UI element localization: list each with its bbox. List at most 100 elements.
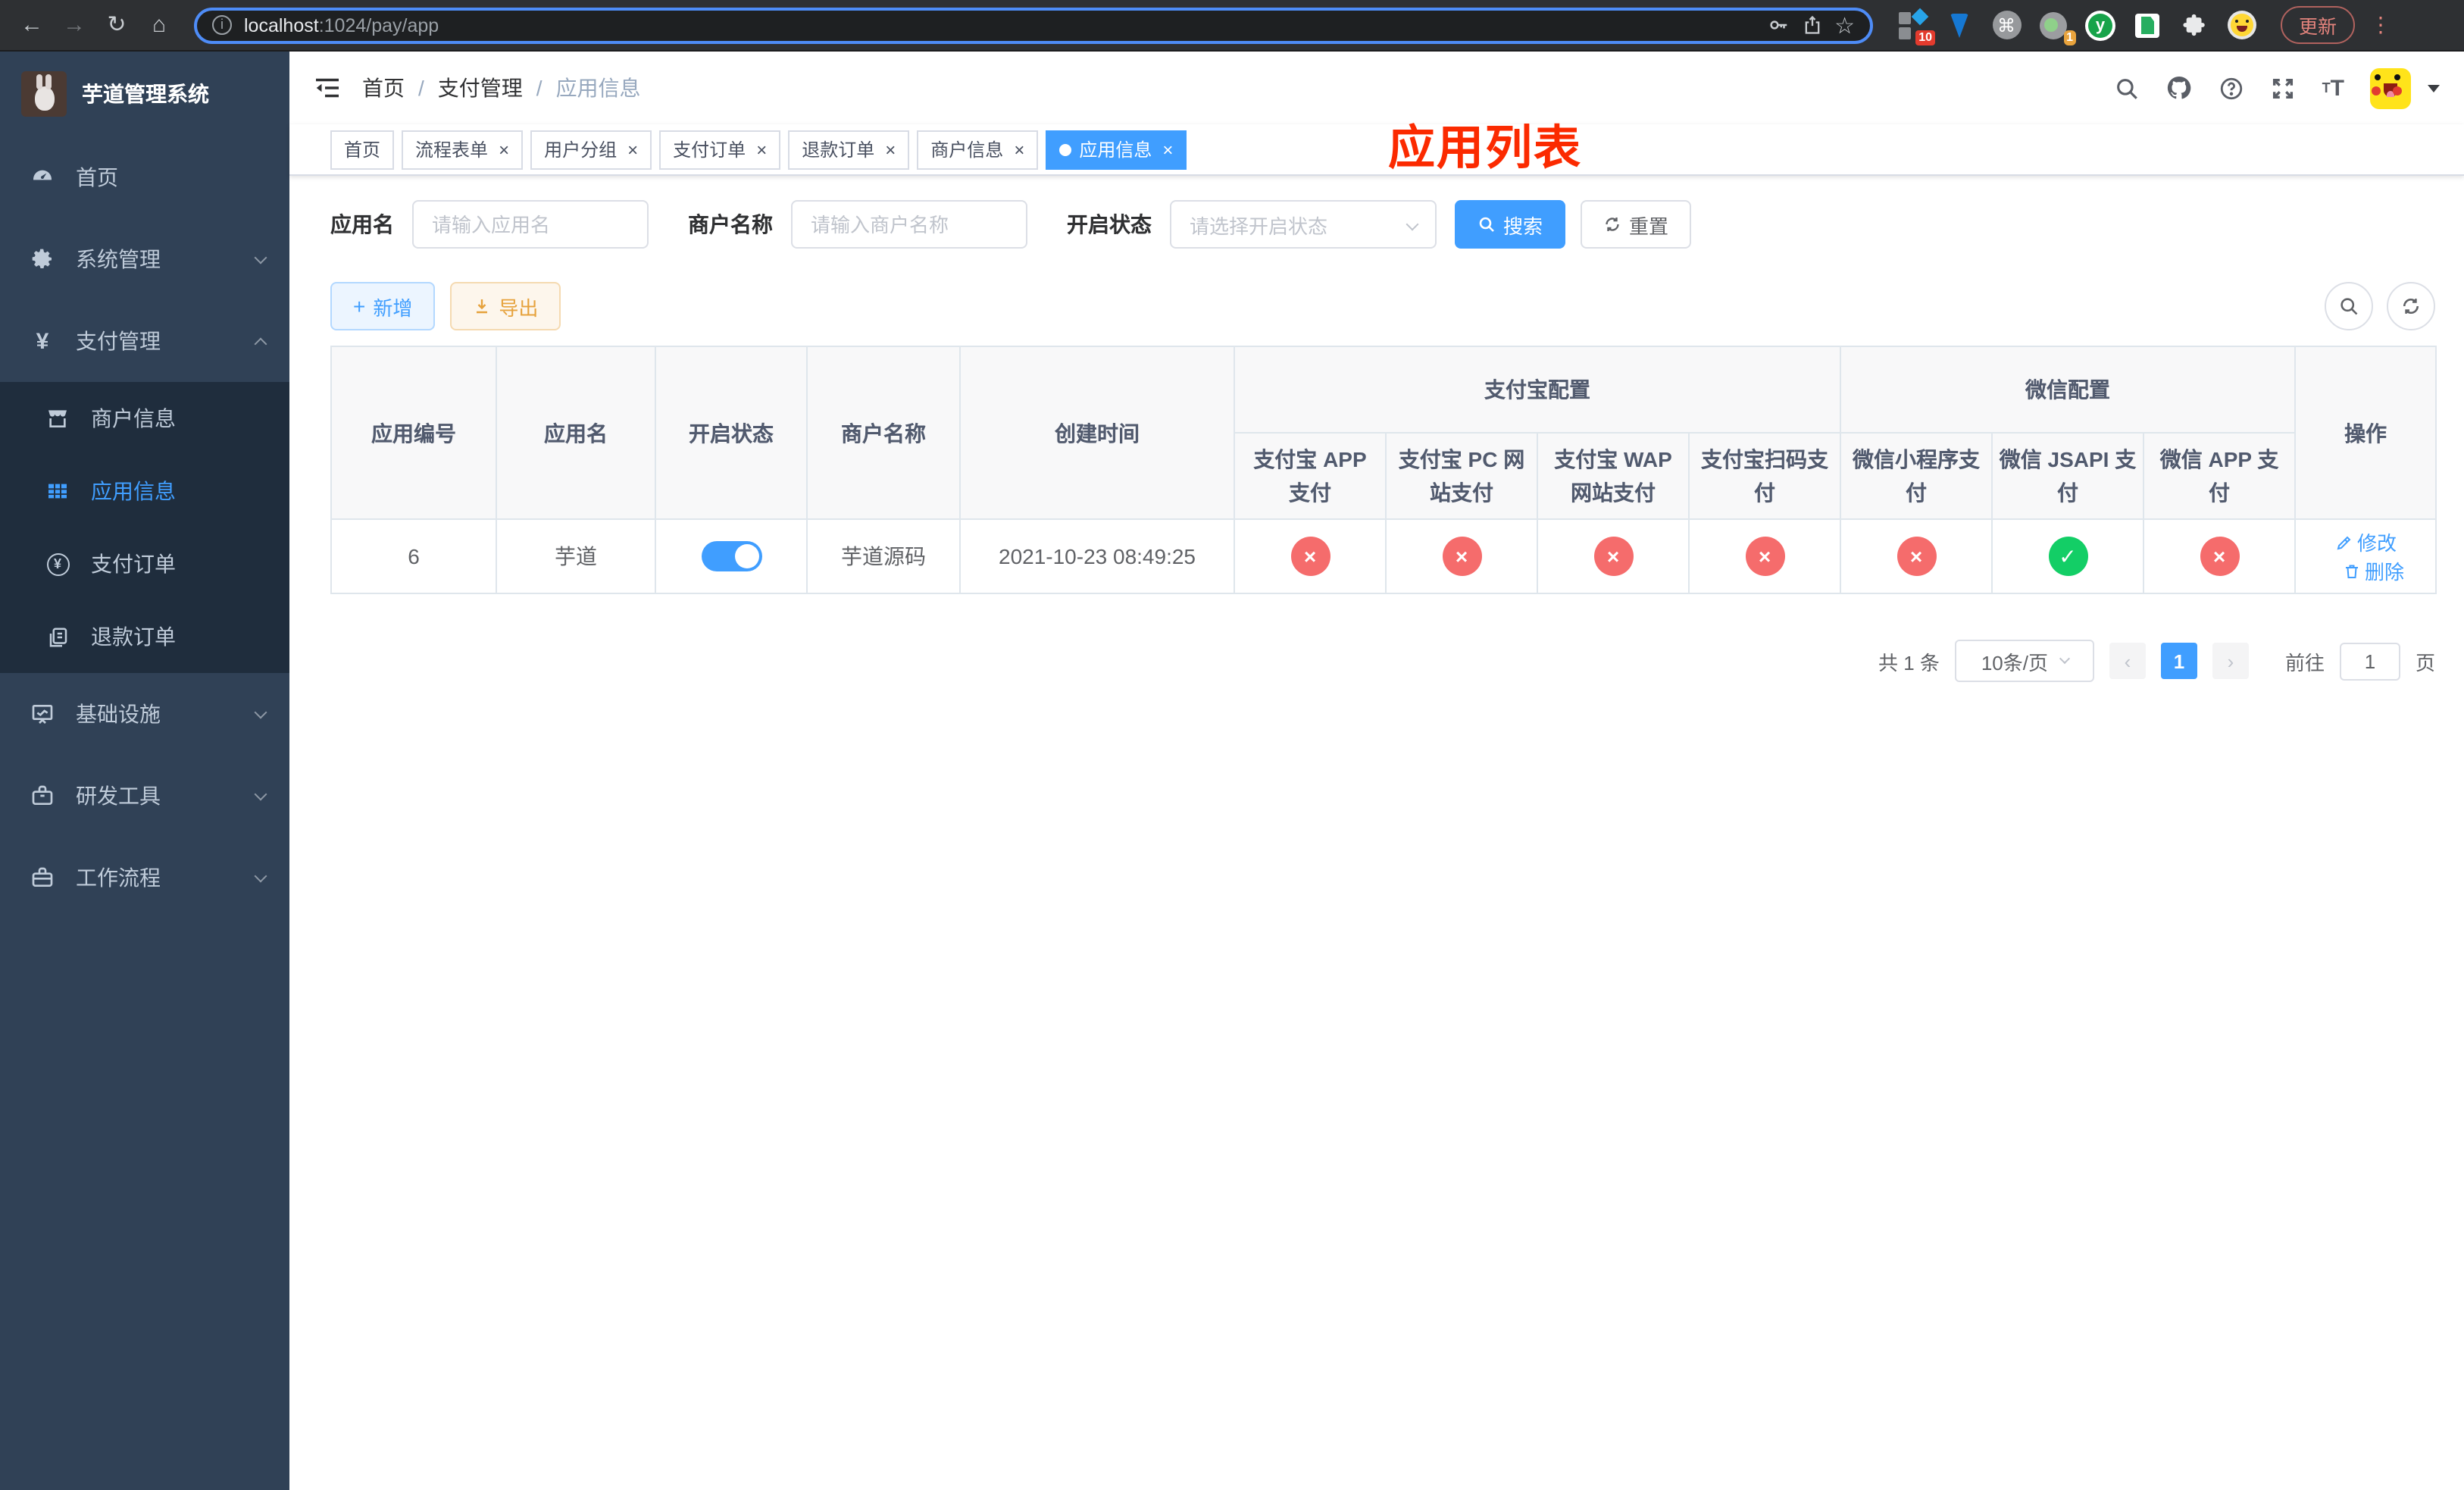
toggle-search-button[interactable] (2325, 282, 2373, 330)
tab-pay-orders[interactable]: 支付订单 × (659, 130, 781, 169)
search-form: 应用名 商户名称 开启状态 请选择开启状态 搜索 重置 (330, 200, 2464, 249)
refresh-button[interactable] (2387, 282, 2435, 330)
sidebar-collapse-icon[interactable] (314, 76, 341, 100)
extension-doc-icon[interactable] (2132, 10, 2162, 40)
prev-page-button[interactable]: ‹ (2109, 643, 2146, 679)
close-icon[interactable]: × (1014, 131, 1024, 167)
close-icon[interactable]: × (499, 131, 509, 167)
browser-update-button[interactable]: 更新 (2281, 6, 2356, 44)
avatar[interactable] (2370, 67, 2411, 108)
sidebar-item-app-info[interactable]: 应用信息 (0, 455, 289, 527)
col-alipay-app: 支付宝 APP 支付 (1234, 432, 1387, 520)
browser-menu-icon[interactable]: ⋮ (2370, 12, 2391, 38)
breadcrumb-payment[interactable]: 支付管理 (438, 73, 523, 103)
extension-emoji-icon[interactable] (2226, 10, 2256, 40)
sidebar: 芋道管理系统 首页 系统管理 ¥ 支付管理 商户信息 应用信息 ¥ 支付订单 退… (0, 52, 289, 1490)
payment-submenu: 商户信息 应用信息 ¥ 支付订单 退款订单 (0, 382, 289, 673)
coin-icon: ¥ (45, 552, 70, 575)
font-size-icon[interactable]: TT (2322, 75, 2344, 101)
goto-page-input[interactable] (2339, 642, 2400, 680)
cell-created-at: 2021-10-23 08:49:25 (959, 518, 1235, 594)
sidebar-item-refund-orders[interactable]: 退款订单 (0, 600, 289, 673)
sidebar-item-pay-orders[interactable]: ¥ 支付订单 (0, 527, 289, 600)
address-bar[interactable]: i localhost:1024/pay/app ☆ (194, 7, 1873, 43)
page-size-select[interactable]: 10条/页 (1954, 640, 2094, 682)
tab-process-form[interactable]: 流程表单 × (402, 130, 524, 169)
logo-image (21, 71, 67, 117)
password-key-icon[interactable] (1766, 14, 1789, 36)
tab-app-info[interactable]: 应用信息 × (1046, 130, 1187, 169)
help-icon[interactable] (2219, 75, 2245, 101)
sidebar-item-home[interactable]: 首页 (0, 136, 289, 218)
url-text[interactable]: localhost:1024/pay/app (244, 14, 1754, 36)
add-button[interactable]: + 新增 (330, 282, 436, 330)
browser-back-button[interactable]: ← (15, 8, 48, 42)
shop-icon (45, 406, 70, 430)
close-icon[interactable]: × (885, 131, 896, 167)
extension-puzzle-icon[interactable] (2179, 10, 2209, 40)
search-icon[interactable] (2115, 75, 2140, 101)
sidebar-item-infrastructure[interactable]: 基础设施 (0, 673, 289, 755)
extension-blocks-icon[interactable]: 10 (1897, 7, 1935, 45)
chevron-down-icon (254, 705, 267, 718)
breadcrumb: 首页 / 支付管理 / 应用信息 (362, 73, 641, 103)
extension-command-icon[interactable]: ⌘ (1991, 10, 2022, 40)
goto-label: 前往 (2284, 651, 2325, 674)
open-status-select[interactable]: 请选择开启状态 (1170, 200, 1437, 249)
fullscreen-icon[interactable] (2271, 75, 2297, 101)
sidebar-item-merchant-info[interactable]: 商户信息 (0, 382, 289, 455)
grid-icon (45, 479, 70, 503)
extension-kite-icon[interactable] (1944, 10, 1975, 40)
toolbar: + 新增 导出 (330, 282, 2435, 330)
sidebar-logo[interactable]: 芋道管理系统 (0, 52, 289, 136)
next-page-button[interactable]: › (2212, 643, 2249, 679)
delete-link[interactable]: 删除 (2342, 556, 2404, 585)
avatar-caret-icon[interactable] (2428, 84, 2440, 92)
close-icon[interactable]: × (1162, 131, 1173, 167)
col-app-id: 应用编号 (330, 346, 497, 520)
app-title: 芋道管理系统 (82, 82, 209, 106)
sidebar-item-system[interactable]: 系统管理 (0, 218, 289, 300)
sidebar-item-workflow[interactable]: 工作流程 (0, 837, 289, 919)
close-icon[interactable]: × (627, 131, 638, 167)
open-status-label: 开启状态 (1067, 212, 1152, 236)
merchant-name-input[interactable] (791, 200, 1027, 249)
col-wechat-app: 微信 APP 支付 (2142, 432, 2297, 520)
col-merchant: 商户名称 (806, 346, 961, 520)
current-page[interactable]: 1 (2160, 643, 2197, 679)
col-created-at: 创建时间 (959, 346, 1235, 520)
tab-refund-orders[interactable]: 退款订单 × (788, 130, 910, 169)
app-name-input[interactable] (412, 200, 649, 249)
search-button[interactable]: 搜索 (1455, 200, 1566, 249)
page: ← → ↻ ⌂ i localhost:1024/pay/app ☆ 10 ⌘ (0, 0, 2464, 1490)
extension-ring-icon[interactable]: 1 (2038, 10, 2076, 45)
col-alipay-qr: 支付宝扫码支付 (1688, 432, 1841, 520)
browser-home-button[interactable]: ⌂ (142, 8, 176, 42)
chevron-down-icon (254, 869, 267, 882)
sidebar-item-dev-tools[interactable]: 研发工具 (0, 755, 289, 837)
row-status-toggle[interactable] (701, 541, 761, 571)
yen-icon: ¥ (36, 328, 49, 354)
share-icon[interactable] (1801, 14, 1822, 36)
chevron-down-icon (254, 250, 267, 264)
browser-reload-button[interactable]: ↻ (100, 8, 133, 42)
edit-link[interactable]: 修改 (2334, 527, 2397, 556)
breadcrumb-home[interactable]: 首页 (362, 73, 405, 103)
sidebar-item-payment[interactable]: ¥ 支付管理 (0, 300, 289, 382)
reset-button[interactable]: 重置 (1581, 200, 1692, 249)
close-icon[interactable]: × (756, 131, 767, 167)
browser-forward-button[interactable]: → (58, 8, 91, 42)
group-alipay-config: 支付宝配置 (1234, 346, 1841, 434)
total-count: 共 1 条 (1878, 651, 1940, 674)
export-button[interactable]: 导出 (450, 282, 561, 330)
tab-merchant-info[interactable]: 商户信息 × (917, 130, 1039, 169)
extension-y-icon[interactable]: y (2085, 10, 2115, 40)
cell-merchant: 芋道源码 (806, 518, 961, 594)
app-table: 应用编号 应用名 开启状态 商户名称 创建时间 支付宝配置 微信配置 操作 支付… (330, 346, 2437, 594)
pagination: 共 1 条 10条/页 ‹ 1 › 前往 页 (330, 640, 2435, 682)
tab-home[interactable]: 首页 (330, 130, 395, 169)
github-icon[interactable] (2166, 74, 2194, 102)
bookmark-star-icon[interactable]: ☆ (1834, 11, 1855, 39)
tab-user-group[interactable]: 用户分组 × (530, 130, 652, 169)
site-info-icon[interactable]: i (212, 15, 232, 35)
